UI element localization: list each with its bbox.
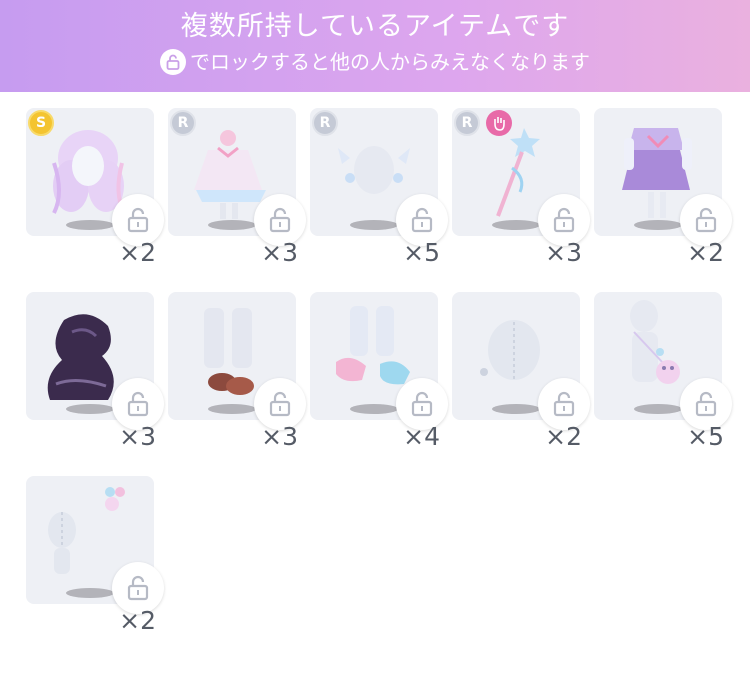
lock-icon	[127, 207, 149, 233]
lock-icon	[269, 391, 291, 417]
item-card[interactable]: ×5	[594, 292, 732, 451]
item-count: ×3	[261, 422, 298, 451]
item-count: ×3	[119, 422, 156, 451]
item-shadow	[350, 220, 398, 230]
rarity-badge: R	[312, 110, 338, 136]
item-card[interactable]: ×4	[310, 292, 448, 451]
lock-icon	[411, 391, 433, 417]
item-shadow	[634, 404, 682, 414]
lock-icon	[553, 207, 575, 233]
rarity-badge: R	[170, 110, 196, 136]
item-shadow	[492, 404, 540, 414]
lock-icon	[160, 49, 186, 75]
item-card[interactable]: R ×3	[452, 108, 590, 267]
rarity-badge: R	[454, 110, 480, 136]
header-banner: 複数所持しているアイテムです でロックすると他の人からみえなくなります	[0, 0, 750, 92]
item-shadow	[492, 220, 540, 230]
lock-icon	[695, 391, 717, 417]
rarity-badge: S	[28, 110, 54, 136]
item-shadow	[208, 404, 256, 414]
item-count: ×5	[403, 238, 440, 267]
item-count: ×2	[687, 238, 724, 267]
lock-icon	[127, 391, 149, 417]
item-count: ×3	[545, 238, 582, 267]
item-shadow	[208, 220, 256, 230]
item-count: ×2	[119, 238, 156, 267]
item-card[interactable]: S ×2	[26, 108, 164, 267]
item-card[interactable]: ×2	[452, 292, 590, 451]
item-card[interactable]: R ×5	[310, 108, 448, 267]
item-shadow	[66, 404, 114, 414]
item-count: ×5	[687, 422, 724, 451]
item-shadow	[634, 220, 682, 230]
lock-icon	[695, 207, 717, 233]
item-count: ×4	[403, 422, 440, 451]
item-grid: S ×2 R ×3 R ×5 R ×3 ×2 ×3 ×3 ×4 ×2 ×5 ×2	[26, 108, 732, 668]
header-subtitle: でロックすると他の人からみえなくなります	[0, 48, 750, 76]
item-card[interactable]: R ×3	[168, 108, 306, 267]
item-shadow	[350, 404, 398, 414]
item-card[interactable]: ×2	[26, 476, 164, 635]
item-count: ×2	[545, 422, 582, 451]
page-title: 複数所持しているアイテムです	[180, 11, 570, 42]
lock-icon	[127, 575, 149, 601]
item-card[interactable]: ×3	[168, 292, 306, 451]
subtitle-text: でロックすると他の人からみえなくなります	[190, 50, 590, 74]
lock-icon	[553, 391, 575, 417]
lock-icon	[269, 207, 291, 233]
item-count: ×2	[119, 606, 156, 635]
item-count: ×3	[261, 238, 298, 267]
lock-icon	[411, 207, 433, 233]
hand-icon	[486, 110, 512, 136]
item-shadow	[66, 220, 114, 230]
item-card[interactable]: ×2	[594, 108, 732, 267]
item-card[interactable]: ×3	[26, 292, 164, 451]
item-shadow	[66, 588, 114, 598]
